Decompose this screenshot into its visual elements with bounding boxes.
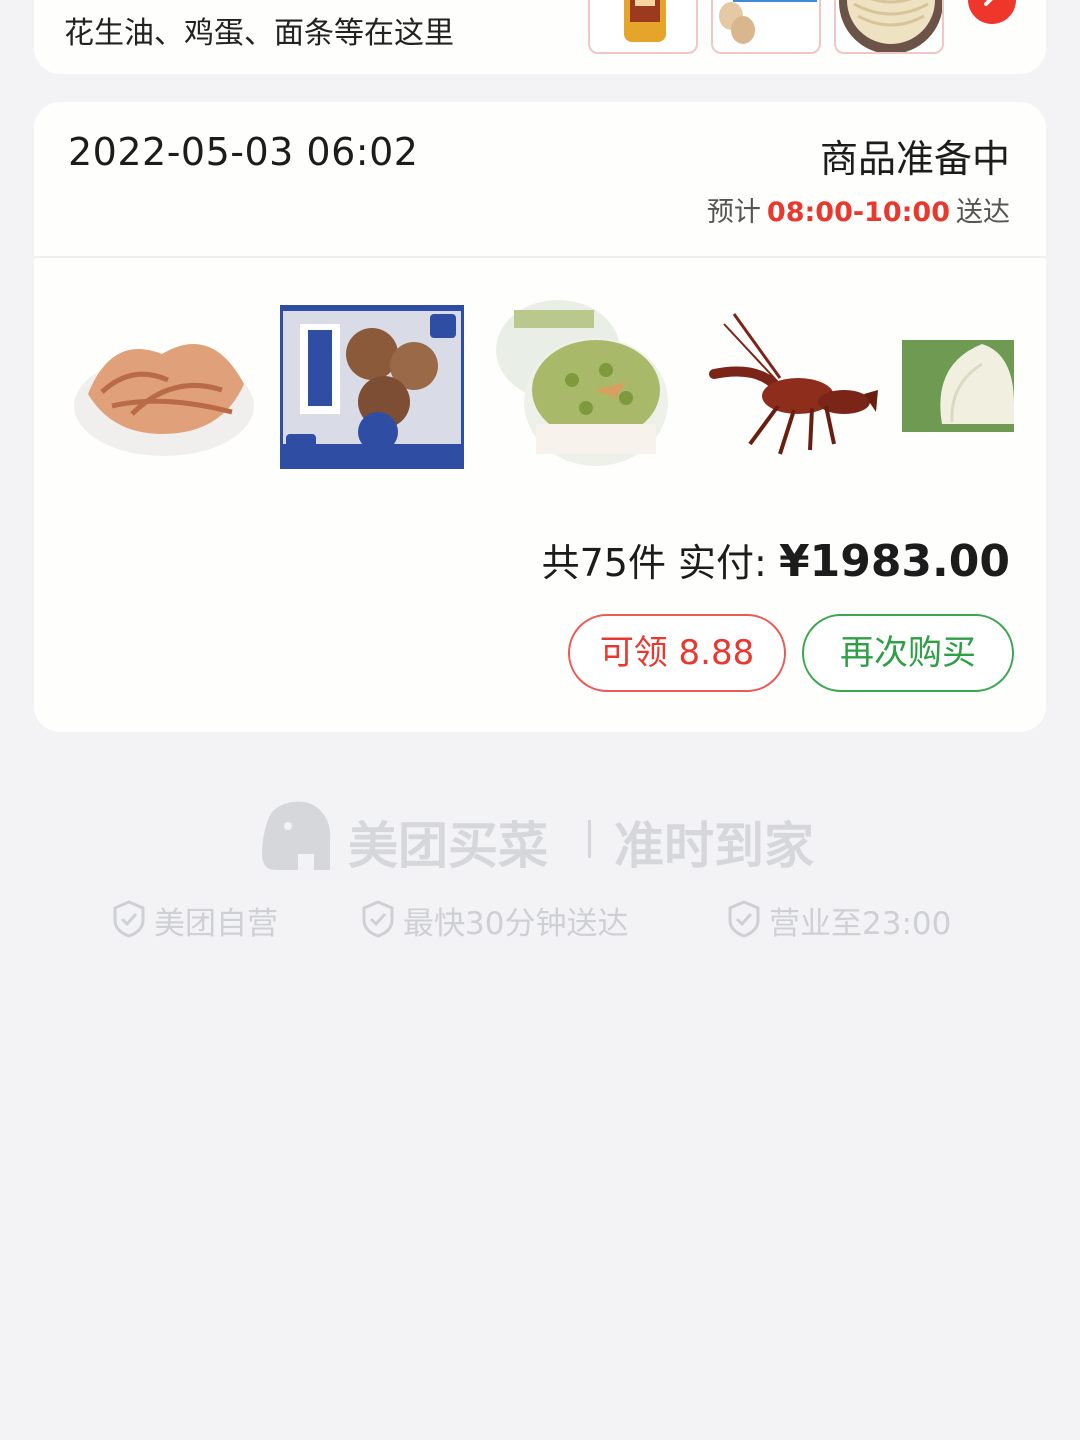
elephant-logo-icon: [258, 796, 334, 876]
product-thumb-cheese-cake[interactable]: [486, 294, 670, 474]
promo-text: 花生油、鸡蛋、面条等在这里: [64, 16, 454, 51]
order-status: 商品准备中: [819, 137, 1010, 181]
product-thumb-bamboo-shoot[interactable]: [902, 294, 1014, 474]
feature-label: 营业至23:00: [769, 906, 952, 942]
peanut-oil-thumb[interactable]: [588, 0, 698, 54]
feature-label: 最快30分钟送达: [403, 906, 629, 942]
product-thumb-pig-ear[interactable]: [72, 294, 256, 474]
shield-check-icon: [362, 900, 394, 938]
order-total: 共75件 实付: ¥1983.00: [542, 532, 1010, 587]
shield-check-icon: [113, 900, 145, 938]
brand-name: 美团买菜: [348, 817, 548, 875]
total-label: 共75件 实付:: [541, 541, 767, 585]
brand-slogan: 准时到家: [614, 817, 814, 875]
delivery-eta: 预计 08:00-10:00 送达: [707, 190, 1010, 229]
promo-card[interactable]: 花生油、鸡蛋、面条等在这里: [34, 0, 1046, 74]
product-thumb-crayfish[interactable]: [694, 294, 878, 474]
chevron-right-icon[interactable]: [968, 0, 1016, 24]
noodle-thumb[interactable]: [834, 0, 944, 54]
rebuy-button[interactable]: 再次购买: [802, 614, 1014, 692]
product-thumb-shaomai[interactable]: [277, 294, 467, 474]
eta-suffix: 送达: [956, 197, 1010, 228]
order-card[interactable]: 2022-05-03 06:02 商品准备中 预计08:00-10:00送达: [34, 102, 1046, 732]
shield-check-icon: [728, 900, 760, 938]
brand-separator: [588, 820, 591, 858]
feature-label: 美团自营: [154, 906, 278, 942]
coupon-button[interactable]: 可领 8.88: [568, 614, 786, 692]
egg-thumb[interactable]: [711, 0, 821, 54]
eta-window: 08:00-10:00: [766, 197, 950, 228]
divider: [34, 256, 1046, 258]
order-time: 2022-05-03 06:02: [68, 130, 419, 174]
eta-prefix: 预计: [706, 197, 761, 228]
total-price: ¥1983.00: [778, 536, 1010, 587]
brand-footer: 美团买菜 准时到家: [0, 796, 1080, 876]
